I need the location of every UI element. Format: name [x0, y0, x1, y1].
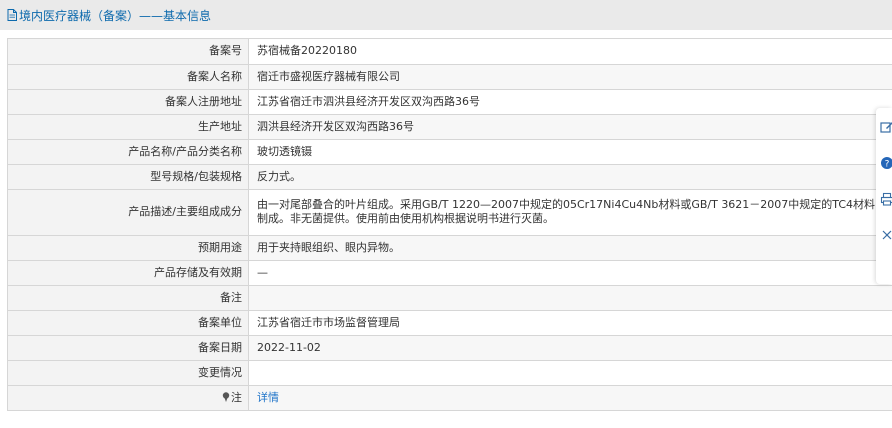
row-label: 备案人名称	[8, 64, 249, 90]
row-label: 产品名称/产品分类名称	[8, 139, 249, 165]
note-label-cell: 注	[8, 385, 249, 411]
note-row: 注 详情	[8, 385, 892, 411]
table-row: 产品存储及有效期 —	[8, 260, 892, 286]
row-value: 苏宿械备20220180	[248, 39, 892, 65]
table-row: 型号规格/包装规格 反力式。	[8, 164, 892, 190]
table-row: 产品描述/主要组成成分 由一对尾部叠合的叶片组成。采用GB/T 1220—200…	[8, 189, 892, 236]
row-label: 备注	[8, 285, 249, 311]
details-link[interactable]: 详情	[257, 391, 279, 404]
note-value-cell: 详情	[248, 385, 892, 411]
row-value: 用于夹持眼组织、眼内异物。	[248, 235, 892, 261]
row-label: 型号规格/包装规格	[8, 164, 249, 190]
row-value: 泗洪县经济开发区双沟西路36号	[248, 114, 892, 140]
help-icon[interactable]: ?	[880, 156, 892, 170]
row-value	[248, 360, 892, 386]
row-label: 备案号	[8, 39, 249, 65]
row-label: 变更情况	[8, 360, 249, 386]
row-label: 备案人注册地址	[8, 89, 249, 115]
table-row: 产品名称/产品分类名称 玻切透镜镊	[8, 139, 892, 165]
table-row: 生产地址 泗洪县经济开发区双沟西路36号	[8, 114, 892, 140]
row-label: 产品描述/主要组成成分	[8, 189, 249, 236]
close-icon[interactable]	[880, 228, 892, 242]
table-row: 备案号 苏宿械备20220180	[8, 39, 892, 65]
page-title: 境内医疗器械（备案）——基本信息	[19, 8, 212, 23]
row-value: 2022-11-02	[248, 335, 892, 361]
table-row: 预期用途 用于夹持眼组织、眼内异物。	[8, 235, 892, 261]
svg-text:?: ?	[885, 160, 890, 170]
row-value: 江苏省宿迁市市场监督管理局	[248, 310, 892, 336]
row-value: 玻切透镜镊	[248, 139, 892, 165]
table-row: 备案人注册地址 江苏省宿迁市泗洪县经济开发区双沟西路36号	[8, 89, 892, 115]
row-label: 生产地址	[8, 114, 249, 140]
table-row: 备案日期 2022-11-02	[8, 335, 892, 361]
floating-toolbar: ?	[876, 108, 892, 284]
pin-icon	[222, 391, 230, 402]
row-value	[248, 285, 892, 311]
row-value: 宿迁市盛视医疗器械有限公司	[248, 64, 892, 90]
row-value: 由一对尾部叠合的叶片组成。采用GB/T 1220—2007中规定的05Cr17N…	[248, 189, 892, 236]
table-row: 备案单位 江苏省宿迁市市场监督管理局	[8, 310, 892, 336]
info-table: 备案号 苏宿械备20220180 备案人名称 宿迁市盛视医疗器械有限公司 备案人…	[8, 39, 892, 411]
print-icon[interactable]	[880, 192, 892, 206]
document-icon	[7, 9, 17, 21]
table-row: 变更情况	[8, 360, 892, 386]
row-value: —	[248, 260, 892, 286]
note-label: 注	[231, 390, 242, 404]
row-value: 江苏省宿迁市泗洪县经济开发区双沟西路36号	[248, 89, 892, 115]
table-row: 备案人名称 宿迁市盛视医疗器械有限公司	[8, 64, 892, 90]
edit-icon[interactable]	[880, 120, 892, 134]
row-value: 反力式。	[248, 164, 892, 190]
table-row: 备注	[8, 285, 892, 311]
row-label: 备案日期	[8, 335, 249, 361]
page-title-bar: 境内医疗器械（备案）——基本信息	[0, 0, 892, 30]
row-label: 预期用途	[8, 235, 249, 261]
info-panel: 备案号 苏宿械备20220180 备案人名称 宿迁市盛视医疗器械有限公司 备案人…	[7, 38, 892, 411]
row-label: 备案单位	[8, 310, 249, 336]
row-label: 产品存储及有效期	[8, 260, 249, 286]
